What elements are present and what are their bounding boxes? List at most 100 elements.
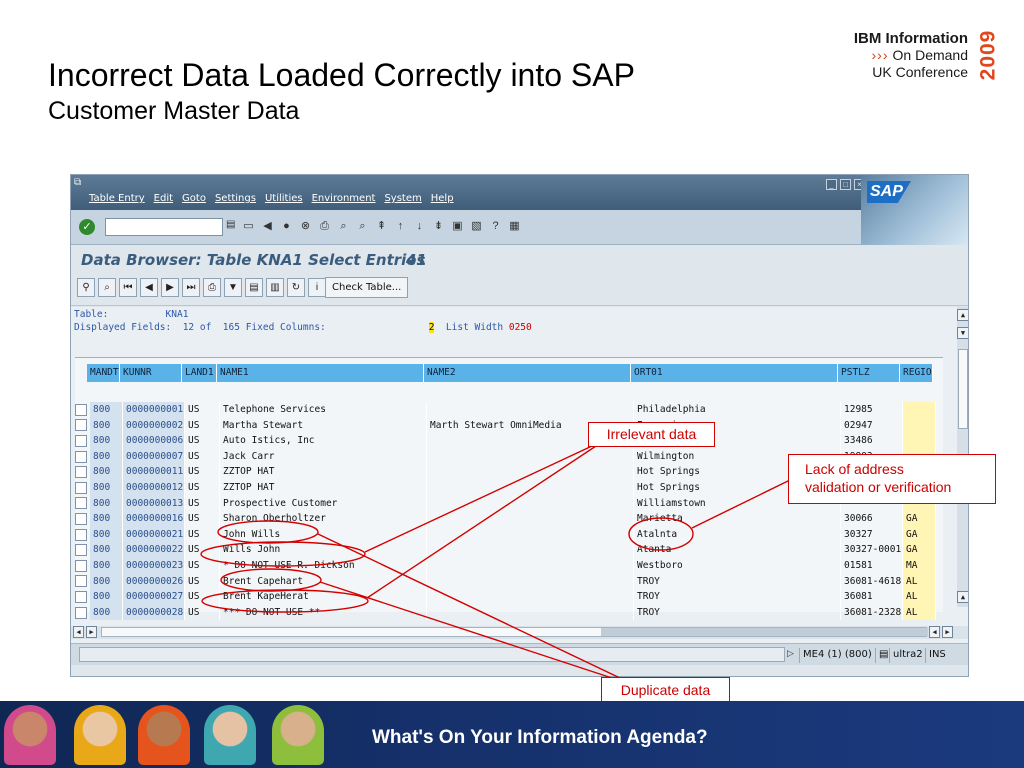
- menu-item-goto[interactable]: Goto: [182, 193, 206, 204]
- menu-item-utilities[interactable]: Utilities: [265, 193, 303, 204]
- column-header-pstlz[interactable]: PSTLZ: [838, 364, 900, 382]
- cell-mandt[interactable]: 800: [90, 557, 123, 574]
- cell-mandt[interactable]: 800: [90, 589, 123, 605]
- cell-kunnr[interactable]: 0000000021: [123, 526, 185, 543]
- last-icon[interactable]: ⏭: [182, 278, 200, 297]
- cell-land1[interactable]: US: [185, 479, 220, 496]
- row-select-checkbox[interactable]: [75, 559, 87, 572]
- display-icon[interactable]: ⚲: [77, 278, 95, 297]
- cell-land1[interactable]: US: [185, 542, 220, 558]
- cell-name2[interactable]: [427, 573, 634, 590]
- cell-name1[interactable]: Brent Capehart: [220, 573, 427, 590]
- cell-name2[interactable]: [427, 589, 634, 605]
- column-header-land1[interactable]: LAND1: [182, 364, 217, 382]
- cell-kunnr[interactable]: 0000000002: [123, 417, 185, 434]
- row-select-checkbox[interactable]: [75, 497, 87, 510]
- previous-icon[interactable]: ◀: [140, 278, 158, 297]
- cell-regio[interactable]: [903, 402, 936, 418]
- cell-regio[interactable]: GA: [903, 526, 936, 543]
- cell-name1[interactable]: Brent KapeHerat: [220, 589, 427, 605]
- cell-name2[interactable]: [427, 479, 634, 496]
- cell-name1[interactable]: Auto Istics, Inc: [220, 433, 427, 449]
- scroll-left-icon[interactable]: ◀: [73, 626, 84, 638]
- cell-regio[interactable]: AL: [903, 604, 936, 621]
- row-select-checkbox[interactable]: [75, 466, 87, 479]
- menu-item-table-entry[interactable]: Table Entry: [89, 193, 145, 204]
- cell-regio[interactable]: [903, 417, 936, 434]
- maximize-icon[interactable]: □: [840, 179, 851, 190]
- horizontal-scrollbar[interactable]: ◀ ▶ ◀ ▶: [71, 626, 968, 639]
- help-icon[interactable]: ?: [488, 219, 503, 234]
- cell-pstlz[interactable]: 30327: [841, 526, 903, 543]
- shortcut-icon[interactable]: ▧: [469, 219, 484, 234]
- cell-kunnr[interactable]: 0000000028: [123, 604, 185, 621]
- table-row[interactable]: 800 0000000001 US Telephone Services Philade…: [75, 402, 943, 418]
- cell-land1[interactable]: US: [185, 495, 220, 512]
- scroll-left-end-icon[interactable]: ◀: [929, 626, 940, 638]
- cell-mandt[interactable]: 800: [90, 604, 123, 621]
- info-icon[interactable]: i: [308, 278, 326, 297]
- cell-name2[interactable]: [427, 448, 634, 465]
- row-select-checkbox[interactable]: [75, 590, 87, 603]
- table-row[interactable]: 800 0000000002 US Martha Stewart Marth Stewa…: [75, 417, 943, 434]
- menu-item-edit[interactable]: Edit: [154, 193, 173, 204]
- row-select-checkbox[interactable]: [75, 403, 87, 416]
- scroll-thumb[interactable]: [958, 349, 968, 429]
- status-system[interactable]: ME4 (1) (800): [799, 648, 875, 663]
- enter-check-icon[interactable]: ✓: [79, 219, 95, 235]
- column-header-name2[interactable]: NAME2: [424, 364, 631, 382]
- first-page-icon[interactable]: ⇞: [374, 219, 389, 234]
- cell-name1[interactable]: Wills John: [220, 542, 427, 558]
- cell-regio[interactable]: [903, 433, 936, 449]
- cell-land1[interactable]: US: [185, 433, 220, 449]
- cell-regio[interactable]: AL: [903, 589, 936, 605]
- cell-pstlz[interactable]: 30327-0001: [841, 542, 903, 558]
- cell-name1[interactable]: Jack Carr: [220, 448, 427, 465]
- cell-kunnr[interactable]: 0000000026: [123, 573, 185, 590]
- menu-item-system[interactable]: System: [384, 193, 421, 204]
- cell-name2[interactable]: [427, 557, 634, 574]
- cell-ort01[interactable]: TROY: [634, 604, 841, 621]
- layout-icon[interactable]: ▦: [507, 219, 522, 234]
- cell-ort01[interactable]: Westboro: [634, 557, 841, 574]
- row-select-checkbox[interactable]: [75, 512, 87, 525]
- filter-icon[interactable]: ▼: [224, 278, 242, 297]
- command-dropdown-icon[interactable]: ▤: [226, 219, 235, 230]
- row-select-checkbox[interactable]: [75, 481, 87, 494]
- command-field[interactable]: [105, 218, 223, 236]
- cancel-icon[interactable]: ⊗: [298, 219, 313, 234]
- status-mode[interactable]: INS: [925, 648, 949, 663]
- cell-regio[interactable]: GA: [903, 511, 936, 527]
- cell-mandt[interactable]: 800: [90, 417, 123, 434]
- column-header-name1[interactable]: NAME1: [217, 364, 424, 382]
- cell-name2[interactable]: [427, 526, 634, 543]
- row-select-checkbox[interactable]: [75, 419, 87, 432]
- cell-name1[interactable]: Prospective Customer: [220, 495, 427, 512]
- cell-name1[interactable]: *** DO NOT USE **: [220, 604, 427, 621]
- cell-name2[interactable]: [427, 542, 634, 558]
- cell-kunnr[interactable]: 0000000001: [123, 402, 185, 418]
- cell-land1[interactable]: US: [185, 557, 220, 574]
- cell-name1[interactable]: Martha Stewart: [220, 417, 427, 434]
- row-select-checkbox[interactable]: [75, 450, 87, 463]
- cell-pstlz[interactable]: 36081-2328: [841, 604, 903, 621]
- cell-land1[interactable]: US: [185, 448, 220, 465]
- minimize-icon[interactable]: _: [826, 179, 837, 190]
- table-row[interactable]: 800 0000000027 US Brent KapeHerat TROY 36081 A…: [75, 589, 943, 605]
- cell-mandt[interactable]: 800: [90, 464, 123, 480]
- window-icon[interactable]: ⧉: [74, 177, 81, 188]
- column-header-mandt[interactable]: MANDT: [87, 364, 120, 382]
- save-icon[interactable]: ▭: [241, 219, 256, 234]
- cell-name1[interactable]: ZZTOP HAT: [220, 464, 427, 480]
- spreadsheet-icon[interactable]: ▤: [245, 278, 263, 297]
- cell-kunnr[interactable]: 0000000013: [123, 495, 185, 512]
- previous-page-icon[interactable]: ↑: [393, 219, 408, 234]
- cell-name2[interactable]: [427, 464, 634, 480]
- table-row[interactable]: 800 0000000023 US * DO NOT USE R. Dickson We…: [75, 557, 943, 574]
- find-next-icon[interactable]: ⌕: [355, 219, 370, 234]
- cell-ort01[interactable]: Atalnta: [634, 526, 841, 543]
- row-select-checkbox[interactable]: [75, 434, 87, 447]
- next-page-icon[interactable]: ↓: [412, 219, 427, 234]
- cell-name2[interactable]: [427, 402, 634, 418]
- export-icon[interactable]: ▥: [266, 278, 284, 297]
